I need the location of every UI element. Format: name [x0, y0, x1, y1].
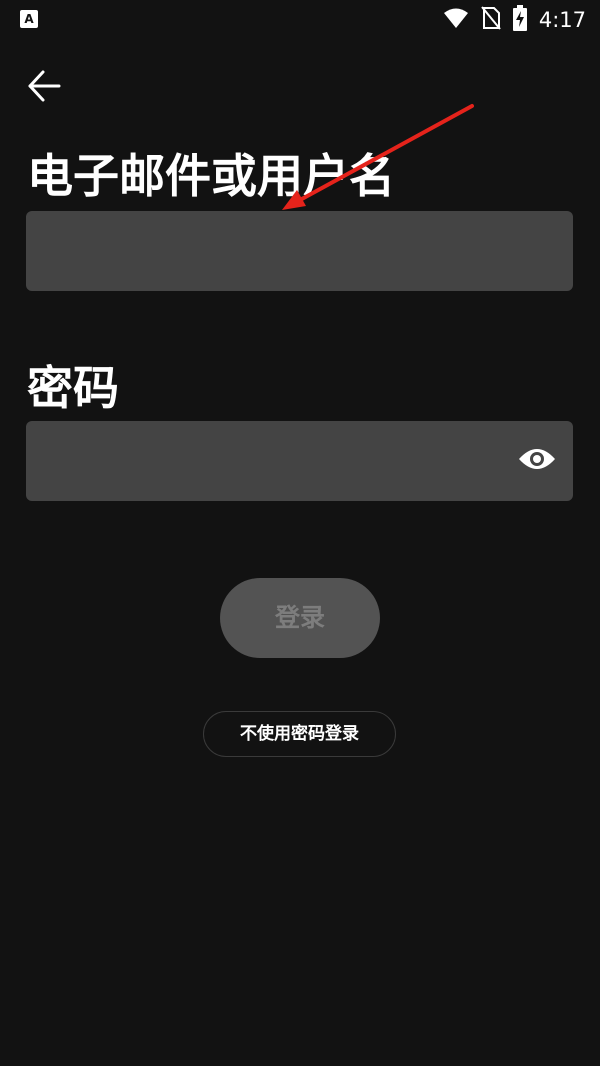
status-icons: 4:17: [443, 5, 586, 35]
battery-charging-icon: [512, 5, 527, 35]
back-button[interactable]: [22, 66, 66, 110]
no-sim-icon: [481, 6, 501, 34]
accessibility-notification-icon: A: [20, 10, 38, 28]
login-without-password-button[interactable]: 不使用密码登录: [203, 711, 396, 757]
email-field-container[interactable]: [26, 211, 573, 293]
password-field-container[interactable]: [26, 421, 573, 503]
password-field-label: 密码: [27, 361, 119, 415]
status-time: 4:17: [538, 8, 586, 32]
login-button[interactable]: 登录: [220, 578, 380, 658]
wifi-icon: [443, 7, 469, 33]
show-password-toggle[interactable]: [517, 441, 557, 481]
status-bar: A 4:17: [0, 0, 600, 40]
arrow-left-icon: [26, 68, 62, 108]
email-field[interactable]: [46, 211, 507, 293]
email-field-label: 电子邮件或用户名: [27, 149, 395, 203]
password-field[interactable]: [46, 421, 507, 503]
eye-icon: [518, 446, 556, 476]
